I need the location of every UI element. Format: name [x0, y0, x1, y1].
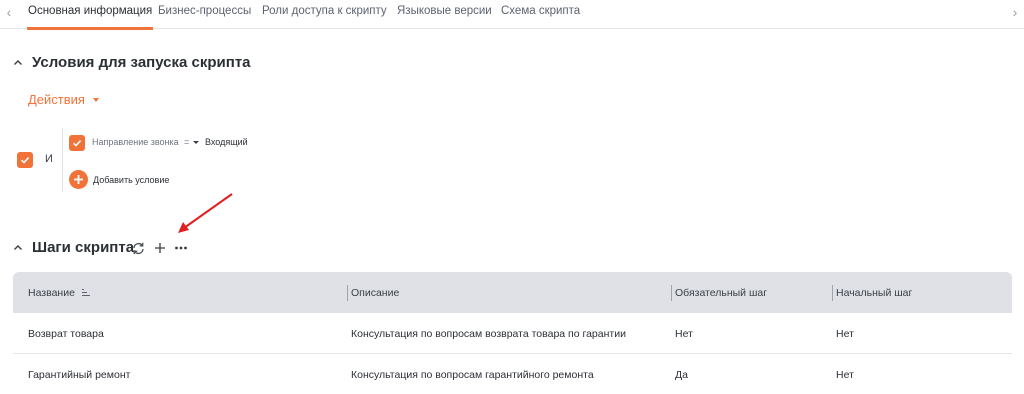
condition-operator: =: [184, 137, 190, 147]
condition-operator-dropdown[interactable]: =: [184, 137, 200, 147]
conditions-section-header: Условия для запуска скрипта: [12, 54, 251, 71]
table-header: Название Описание Обязательный шаг Начал…: [13, 272, 1012, 313]
tab-business-processes[interactable]: Бизнес-процессы: [158, 5, 251, 29]
tabs-bar: ‹ Основная информация Бизнес-процессы Ро…: [0, 0, 1024, 30]
cell-name: Гарантийный ремонт: [28, 368, 131, 381]
cell-description: Консультация по вопросам возврата товара…: [351, 327, 626, 340]
caret-down-icon: [193, 140, 200, 144]
cell-initial: Нет: [836, 327, 854, 340]
condition-value[interactable]: Входящий: [205, 137, 248, 147]
add-step-button[interactable]: [152, 240, 168, 256]
tab-script-scheme[interactable]: Схема скрипта: [501, 5, 580, 29]
condition-checkbox[interactable]: [69, 135, 85, 151]
actions-dropdown[interactable]: Действия: [28, 92, 99, 107]
column-divider[interactable]: [832, 285, 833, 301]
column-divider[interactable]: [347, 285, 348, 301]
sort-icon[interactable]: [81, 288, 91, 297]
red-arrow-icon: [178, 193, 233, 233]
table-row[interactable]: Возврат товара Консультация по вопросам …: [13, 313, 1012, 354]
add-condition-button[interactable]: [69, 170, 88, 189]
refresh-icon[interactable]: [130, 240, 146, 256]
tab-language-versions[interactable]: Языковые версии: [397, 5, 492, 29]
column-divider[interactable]: [671, 285, 672, 301]
column-header-required[interactable]: Обязательный шаг: [675, 272, 767, 313]
steps-section-header: Шаги скрипта: [12, 239, 134, 256]
group-checkbox[interactable]: [17, 152, 33, 168]
caret-down-icon: [92, 98, 99, 102]
group-divider: [62, 128, 63, 192]
column-header-name[interactable]: Название: [28, 272, 91, 313]
table-row[interactable]: Гарантийный ремонт Консультация по вопро…: [13, 354, 1012, 394]
cell-initial: Нет: [836, 368, 854, 381]
chevron-up-icon[interactable]: [12, 57, 24, 69]
check-icon: [20, 157, 30, 164]
cell-required: Нет: [675, 327, 693, 340]
plus-icon: [155, 243, 165, 253]
check-icon: [72, 140, 82, 147]
steps-table: Название Описание Обязательный шаг Начал…: [13, 272, 1012, 394]
tab-main-info[interactable]: Основная информация: [26, 5, 154, 30]
group-operator[interactable]: И: [45, 153, 53, 165]
chevron-left-icon[interactable]: ‹: [2, 3, 16, 21]
column-header-description[interactable]: Описание: [351, 272, 399, 313]
actions-label: Действия: [28, 92, 85, 107]
tab-access-roles[interactable]: Роли доступа к скрипту: [262, 5, 387, 29]
column-header-initial[interactable]: Начальный шаг: [836, 272, 912, 313]
condition-field[interactable]: Направление звонка: [92, 137, 179, 147]
chevron-up-icon[interactable]: [12, 242, 24, 254]
cell-required: Да: [675, 368, 688, 381]
chevron-right-icon[interactable]: ›: [1008, 3, 1022, 21]
plus-icon: [74, 175, 83, 184]
add-condition-label[interactable]: Добавить условие: [93, 175, 169, 185]
conditions-section-title: Условия для запуска скрипта: [32, 54, 251, 71]
cell-description: Консультация по вопросам гарантийного ре…: [351, 368, 594, 381]
more-dots-icon[interactable]: [173, 240, 189, 256]
steps-section-title: Шаги скрипта: [32, 239, 135, 256]
cell-name: Возврат товара: [28, 327, 104, 340]
